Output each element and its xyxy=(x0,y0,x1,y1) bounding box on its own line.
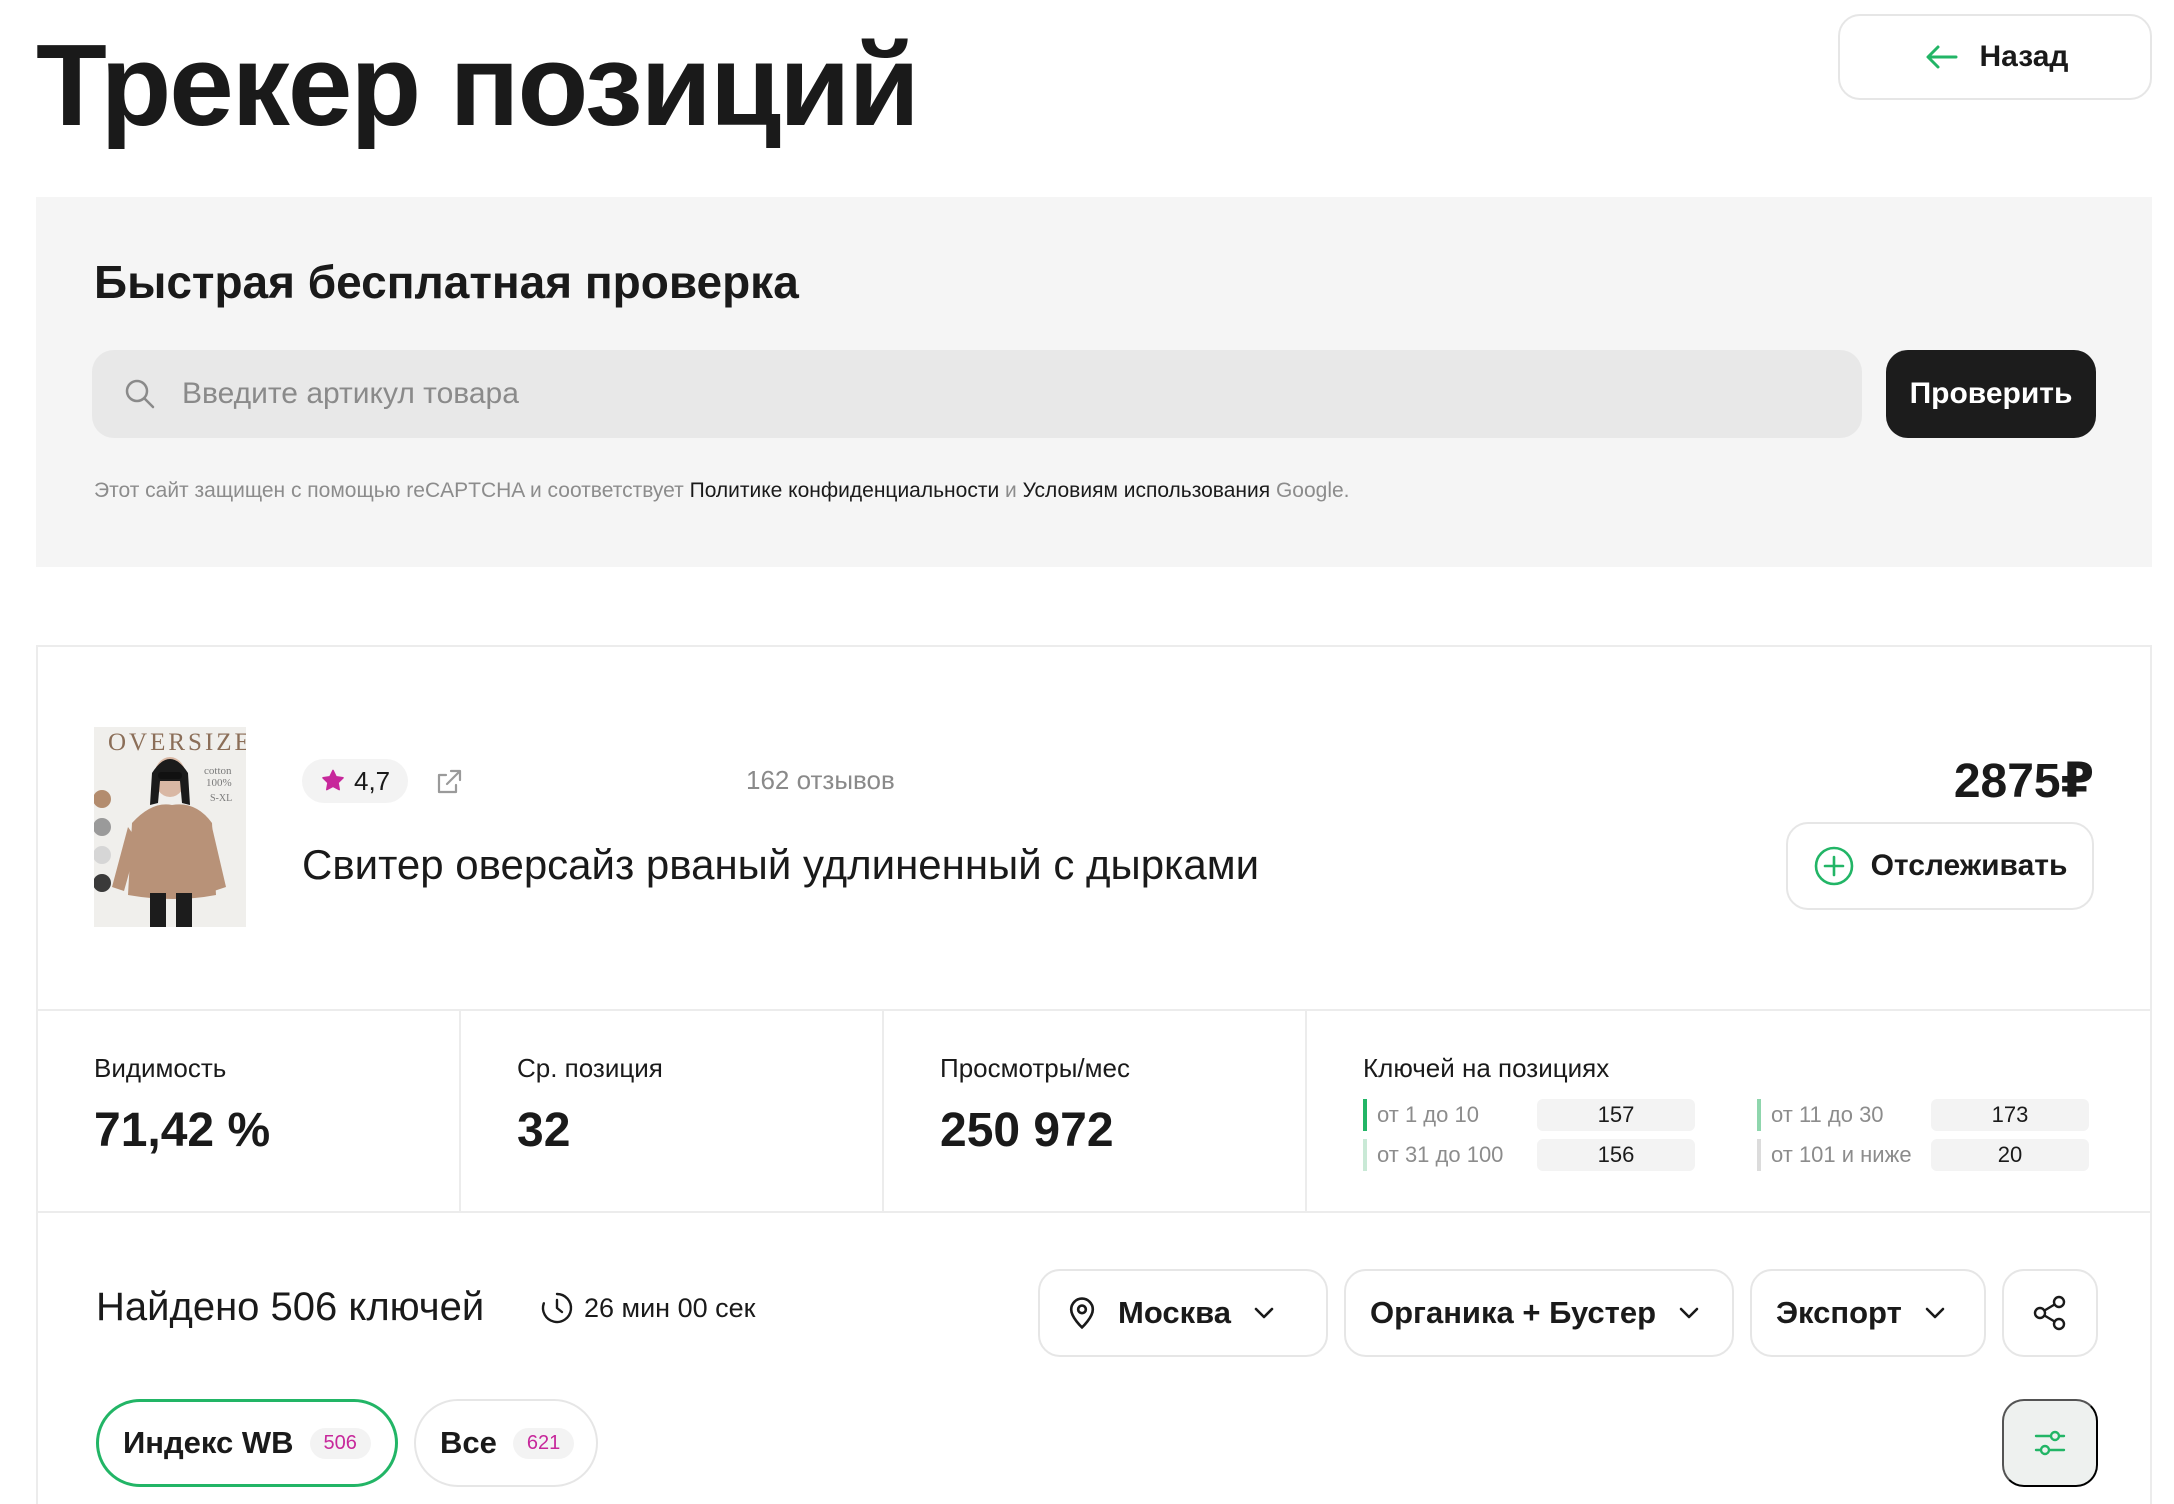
recaptcha-note-suffix: Google. xyxy=(1270,479,1350,502)
quick-check-title: Быстрая бесплатная проверка xyxy=(94,256,799,308)
source-dropdown[interactable]: Органика + Бустер xyxy=(1344,1269,1734,1357)
product-image-percent-label: 100% xyxy=(206,777,232,789)
timer-value: 26 мин 00 сек xyxy=(584,1292,756,1323)
position-range-value: 156 xyxy=(1537,1139,1695,1171)
chevron-down-icon xyxy=(1925,1307,1945,1319)
metric-avg-position: Ср. позиция 32 xyxy=(461,1011,884,1211)
filters-button[interactable] xyxy=(2002,1399,2098,1487)
star-icon xyxy=(322,769,344,791)
export-dropdown-label: Экспорт xyxy=(1776,1295,1902,1330)
product-image-fabric-label: cotton xyxy=(204,765,232,777)
check-button[interactable]: Проверить xyxy=(1886,350,2096,438)
product-image-brand-label: OVERSIZE xyxy=(108,729,246,756)
rating-badge: 4,7 xyxy=(302,759,409,803)
tab-index-wb[interactable]: Индекс WB 506 xyxy=(96,1399,398,1487)
metric-visibility-value: 71,42 % xyxy=(94,1104,271,1157)
source-dropdown-value: Органика + Бустер xyxy=(1370,1295,1657,1330)
export-dropdown[interactable]: Экспорт xyxy=(1750,1269,1986,1357)
metrics-row: Видимость 71,42 % Ср. позиция 32 Просмот… xyxy=(38,1009,2150,1213)
article-search-input[interactable] xyxy=(182,377,1782,411)
metric-visibility-label: Видимость xyxy=(94,1053,227,1083)
terms-of-use-link[interactable]: Условиям использования xyxy=(1023,479,1271,502)
metric-views: Просмотры/мес 250 972 xyxy=(884,1011,1307,1211)
position-range-row: от 31 до 100 156 xyxy=(1363,1139,1695,1171)
share-button[interactable] xyxy=(2002,1269,2098,1357)
clock-icon xyxy=(541,1292,573,1324)
product-image[interactable]: OVERSIZE cotton 100% S-XL xyxy=(94,727,246,927)
quick-check-panel: Быстрая бесплатная проверка Проверить Эт… xyxy=(36,197,2152,567)
recaptcha-note-prefix: Этот сайт защищен с помощью reCAPTCHA и … xyxy=(94,479,690,502)
product-image-size-label: S-XL xyxy=(210,793,233,804)
search-icon xyxy=(125,379,155,409)
metric-avg-position-label: Ср. позиция xyxy=(517,1053,663,1083)
chevron-down-icon xyxy=(1254,1307,1274,1319)
product-card: OVERSIZE cotton 100% S-XL 4,7 162 отзыво… xyxy=(36,645,2152,1504)
metric-keys-positions: Ключей на позициях от 1 до 10 157 от 11 … xyxy=(1307,1011,2150,1211)
position-range-label: от 1 до 10 xyxy=(1363,1099,1537,1131)
chevron-down-icon xyxy=(1679,1307,1699,1319)
share-icon xyxy=(2033,1295,2066,1331)
position-range-value: 173 xyxy=(1931,1099,2089,1131)
page-title: Трекер позиций xyxy=(36,20,920,150)
metric-views-label: Просмотры/мес xyxy=(940,1053,1130,1083)
metric-views-value: 250 972 xyxy=(940,1104,1114,1157)
position-range-row: от 101 и ниже 20 xyxy=(1757,1139,2089,1171)
back-button-label: Назад xyxy=(1979,40,2069,73)
position-range-row: от 11 до 30 173 xyxy=(1757,1099,2089,1131)
tab-all[interactable]: Все 621 xyxy=(414,1399,598,1487)
recaptcha-note: Этот сайт защищен с помощью reCAPTCHA и … xyxy=(94,479,1350,503)
position-range-label: от 101 и ниже xyxy=(1757,1139,1931,1171)
location-pin-icon xyxy=(1069,1297,1095,1330)
refresh-timer: 26 мин 00 сек xyxy=(540,1291,755,1325)
track-button-label: Отслеживать xyxy=(1870,849,2068,882)
track-button[interactable]: Отслеживать xyxy=(1786,822,2094,910)
metric-visibility: Видимость 71,42 % xyxy=(38,1011,461,1211)
product-title: Свитер оверсайз рваный удлиненный с дырк… xyxy=(302,841,1260,888)
position-range-label: от 11 до 30 xyxy=(1757,1099,1931,1131)
position-range-label: от 31 до 100 xyxy=(1363,1139,1537,1171)
metric-avg-position-value: 32 xyxy=(517,1104,571,1157)
arrow-left-icon xyxy=(1926,45,1958,69)
found-keys-title: Найдено 506 ключей xyxy=(96,1285,485,1329)
tab-label: Индекс WB xyxy=(123,1425,294,1460)
search-box[interactable] xyxy=(92,350,1862,438)
tab-count-badge: 621 xyxy=(512,1427,575,1459)
privacy-policy-link[interactable]: Политике конфиденциальности xyxy=(690,479,1000,502)
city-dropdown[interactable]: Москва xyxy=(1038,1269,1328,1357)
tab-label: Все xyxy=(440,1425,497,1460)
plus-circle-icon xyxy=(1814,846,1853,886)
back-button[interactable]: Назад xyxy=(1838,14,2152,100)
external-link-icon[interactable] xyxy=(434,767,464,797)
position-range-value: 157 xyxy=(1537,1099,1695,1131)
reviews-count[interactable]: 162 отзывов xyxy=(746,765,895,796)
metric-keys-label: Ключей на позициях xyxy=(1363,1053,1610,1083)
product-photo-graphic xyxy=(94,727,246,927)
rating-value: 4,7 xyxy=(354,765,391,796)
city-dropdown-value: Москва xyxy=(1118,1295,1231,1330)
sliders-icon xyxy=(2034,1430,2066,1456)
position-range-value: 20 xyxy=(1931,1139,2089,1171)
product-price: 2875₽ xyxy=(1953,755,2094,808)
tab-count-badge: 506 xyxy=(309,1427,371,1459)
position-range-row: от 1 до 10 157 xyxy=(1363,1099,1695,1131)
recaptcha-note-and: и xyxy=(999,479,1023,502)
